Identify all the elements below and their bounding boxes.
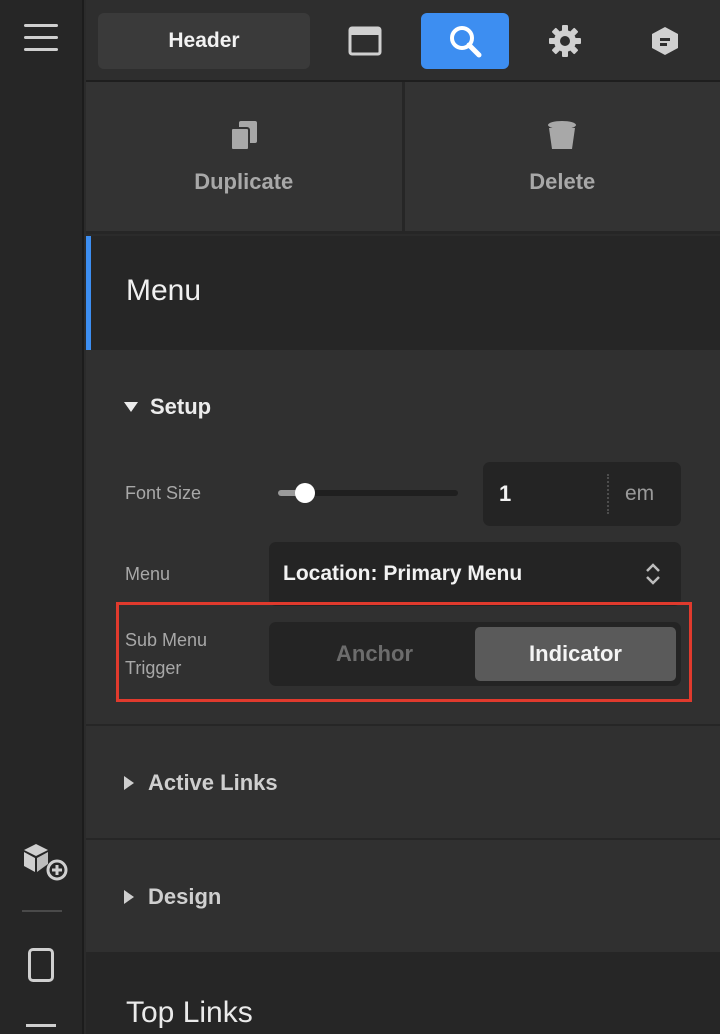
setup-panel: Setup Font Size 1 em Menu Location: Prim… [86,350,720,726]
duplicate-button[interactable]: Duplicate [86,82,402,231]
delete-button[interactable]: Delete [401,82,720,231]
rail-divider [22,910,62,912]
hamburger-menu-icon[interactable] [24,24,58,54]
search-icon[interactable] [421,13,509,69]
device-icon[interactable] [26,1024,56,1034]
sub-menu-trigger-toggle: Anchor Indicator [269,622,681,686]
setup-section-title: Setup [150,394,212,419]
font-size-unit[interactable]: em [625,482,654,506]
font-size-value: 1 [499,481,512,506]
next-element-title: Top Links [126,996,253,1029]
sub-menu-trigger-label-line2: Trigger [125,658,182,678]
element-actions: Duplicate Delete [86,82,720,234]
menu-select-value: Location: Primary Menu [283,562,523,585]
top-bar: Header [86,0,720,82]
font-size-slider[interactable] [278,483,458,503]
setup-section-toggle[interactable]: Setup [124,394,211,420]
indicator-option[interactable]: Indicator [475,627,676,681]
mobile-device-icon[interactable] [28,948,54,982]
trash-icon [548,120,577,149]
active-links-section: Active Links [86,726,720,840]
caret-right-icon [124,890,134,904]
font-size-label: Font Size [125,483,202,503]
design-section: Design [86,840,720,954]
menu-label: Menu [125,564,171,584]
input-divider [607,474,609,514]
sub-menu-trigger-label-line1: Sub Menu [125,630,208,650]
select-chevron-icon [646,563,660,585]
font-size-input[interactable]: 1 em [483,462,681,526]
element-title-bar: Menu [86,236,720,350]
anchor-option[interactable]: Anchor [274,627,475,681]
add-element-icon[interactable] [20,838,68,882]
menu-select[interactable]: Location: Primary Menu [269,542,681,606]
duplicate-icon [229,120,257,151]
design-title: Design [148,884,222,909]
gear-icon[interactable] [521,13,609,69]
cube-icon[interactable] [621,13,709,69]
duplicate-label: Duplicate [194,168,294,194]
element-title: Menu [126,274,202,307]
left-rail [0,0,84,1034]
caret-down-icon [124,402,138,412]
design-toggle[interactable]: Design [124,884,221,910]
slider-thumb[interactable] [295,483,315,503]
caret-right-icon [124,776,134,790]
layout-icon[interactable] [321,13,409,69]
next-element-bar: Top Links [86,954,720,1034]
active-links-toggle[interactable]: Active Links [124,770,278,796]
active-links-title: Active Links [148,770,278,795]
context-button[interactable]: Header [98,13,310,69]
delete-label: Delete [529,168,596,194]
